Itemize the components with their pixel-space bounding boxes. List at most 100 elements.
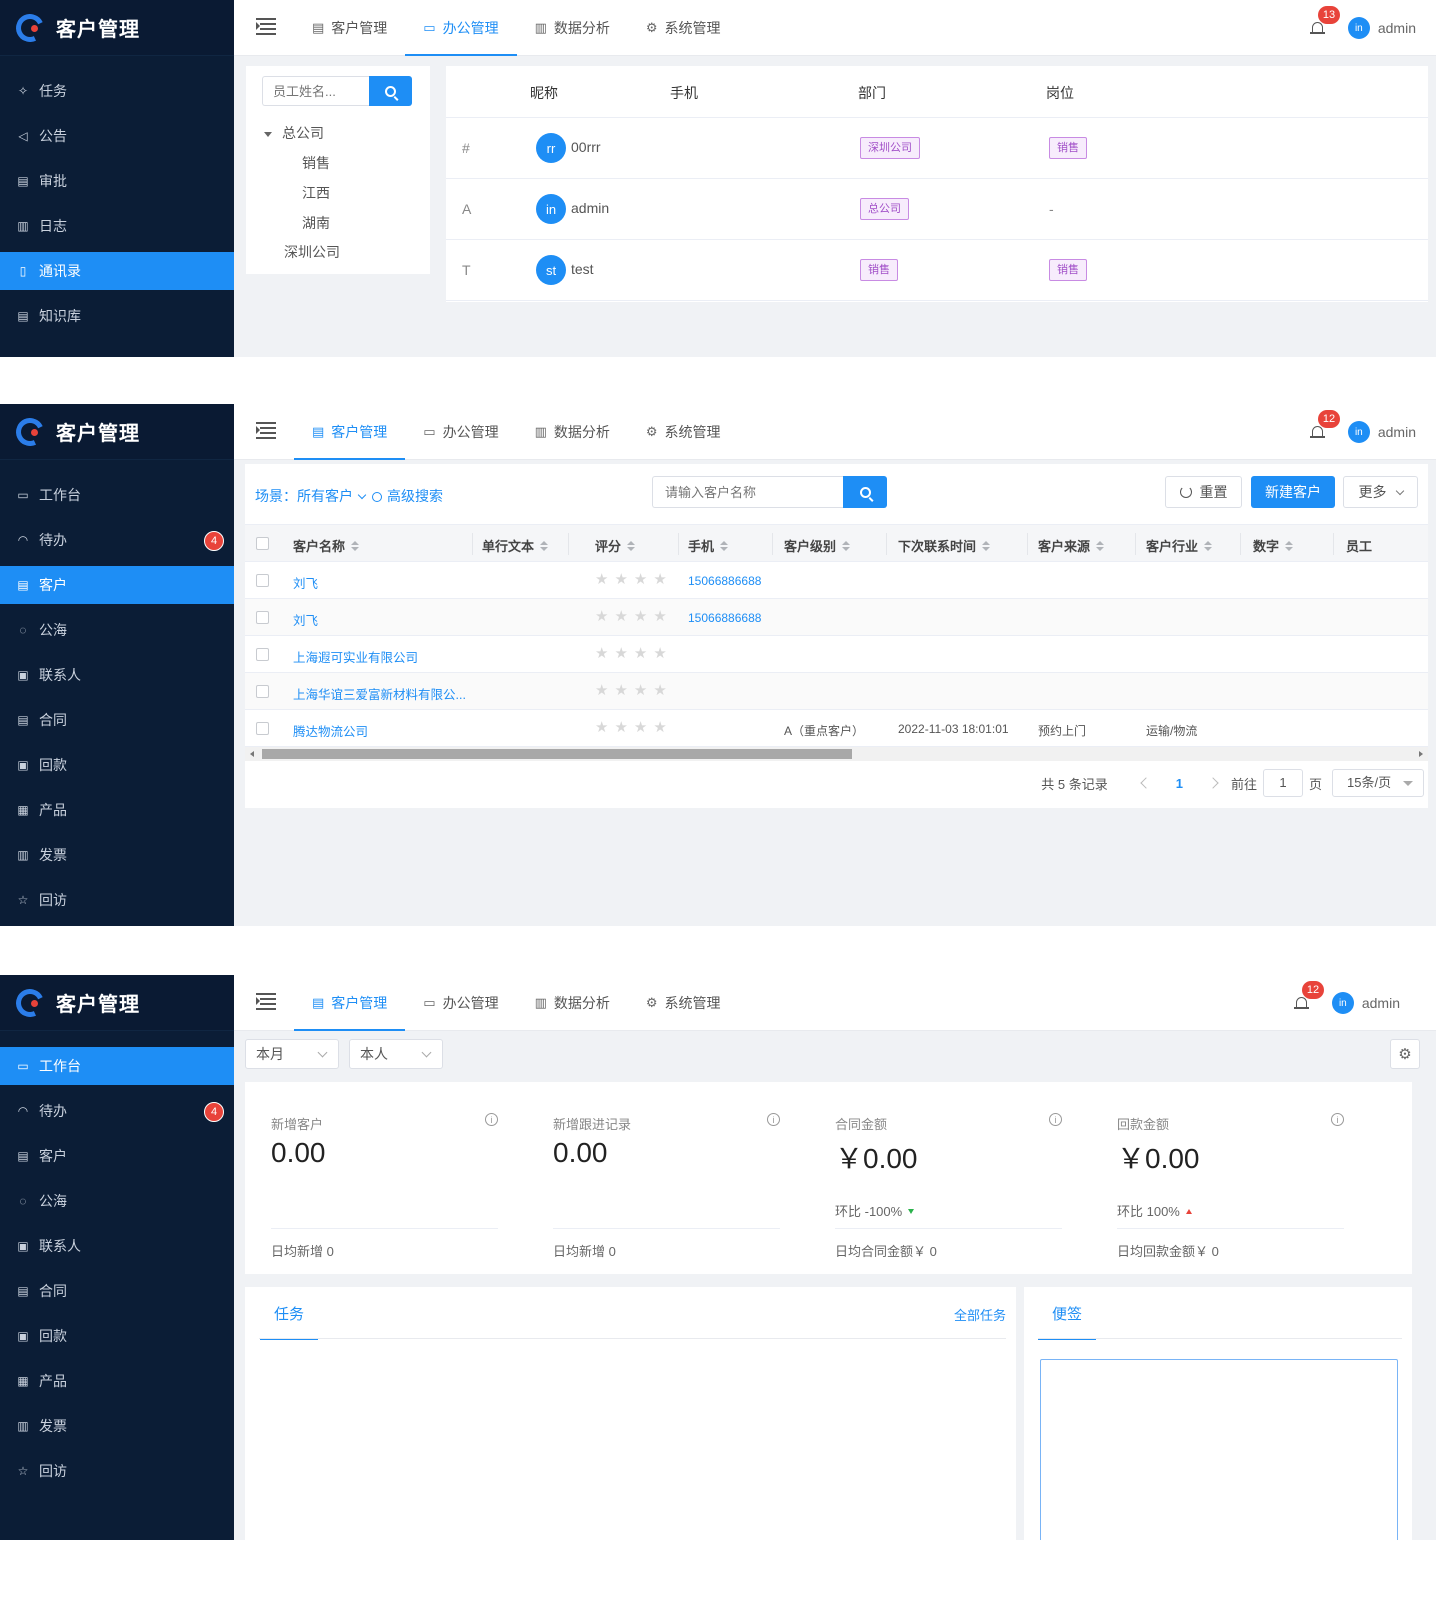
collapse-menu-icon[interactable] [256, 422, 276, 439]
sidebar-item-approvals[interactable]: ▤ 审批 [0, 162, 234, 200]
sidebar-item-todo[interactable]: ◠ 待办 4 [0, 521, 234, 559]
collapse-menu-icon[interactable] [256, 993, 276, 1010]
settings-button[interactable]: ⚙ [1390, 1039, 1420, 1069]
bell-icon[interactable]: 13 [1308, 6, 1341, 38]
table-row[interactable]: 上海华谊三爱富新材料有限公... ★ ★ ★ ★ [245, 673, 1428, 710]
note-textarea[interactable] [1040, 1359, 1398, 1540]
sidebar-item-tasks[interactable]: ✧ 任务 [0, 72, 234, 110]
scope-select[interactable]: 本人 [349, 1039, 443, 1069]
sidebar-item-invoices[interactable]: ▥ 发票 [0, 1407, 234, 1445]
rating-stars[interactable]: ★ ★ ★ ★ [595, 720, 673, 735]
scrollbar-thumb[interactable] [262, 749, 852, 759]
avatar[interactable]: in [1347, 17, 1370, 39]
tab-office-management[interactable]: ▭ 办公管理 [405, 404, 516, 460]
tab-customer-management[interactable]: ▤ 客户管理 [294, 404, 406, 460]
sidebar-item-announcements[interactable]: ◁ 公告 [0, 117, 234, 155]
table-row[interactable]: 上海遐可实业有限公司 ★ ★ ★ ★ [245, 636, 1428, 673]
row-checkbox[interactable] [256, 574, 269, 587]
sidebar-item-contracts[interactable]: ▤ 合同 [0, 1272, 234, 1310]
table-row[interactable]: T st test 销售 销售 [446, 240, 1428, 301]
customer-name-link[interactable]: 刘飞 [293, 610, 318, 629]
collapse-menu-icon[interactable] [256, 18, 276, 35]
advanced-search-link[interactable]: 高级搜索 [372, 486, 443, 506]
column-header[interactable]: 下次联系时间 [898, 536, 991, 555]
sidebar-item-contracts[interactable]: ▤ 合同 [0, 701, 234, 739]
sidebar-item-products[interactable]: ▦ 产品 [0, 791, 234, 829]
phone-link[interactable]: 15066886688 [688, 611, 761, 625]
tab-data-analysis[interactable]: ▥ 数据分析 [517, 975, 628, 1031]
sidebar-item-knowledge[interactable]: ▤ 知识库 [0, 297, 234, 335]
sidebar-item-public-pool[interactable]: ◌ 公海 [0, 1182, 234, 1220]
tree-node[interactable]: 江西 [302, 183, 330, 203]
sidebar-item-logs[interactable]: ▥ 日志 [0, 207, 234, 245]
tab-data-analysis[interactable]: ▥ 数据分析 [517, 0, 628, 56]
user-name[interactable]: admin [1362, 995, 1400, 1011]
table-row[interactable]: 刘飞 ★ ★ ★ ★ 15066886688 [245, 599, 1428, 636]
sidebar-item-payments[interactable]: ▣ 回款 [0, 746, 234, 784]
reset-button[interactable]: 重置 [1165, 476, 1242, 508]
search-button[interactable] [369, 76, 412, 106]
table-row[interactable]: 刘飞 ★ ★ ★ ★ 15066886688 [245, 562, 1428, 599]
row-checkbox[interactable] [256, 722, 269, 735]
tree-node[interactable]: 销售 [302, 153, 330, 173]
horizontal-scrollbar[interactable] [245, 747, 1428, 761]
sidebar-item-workbench[interactable]: ▭ 工作台 [0, 476, 234, 514]
page-number[interactable]: 1 [1176, 776, 1183, 791]
tab-system-management[interactable]: ⚙ 系统管理 [628, 975, 739, 1031]
table-row[interactable]: 腾达物流公司 ★ ★ ★ ★ A（重点客户） 2022-11-03 18:01:01 … [245, 710, 1428, 747]
sidebar-item-products[interactable]: ▦ 产品 [0, 1362, 234, 1400]
bell-icon[interactable]: 12 [1308, 410, 1341, 442]
user-name[interactable]: admin [1378, 424, 1416, 440]
customer-name-link[interactable]: 上海华谊三爱富新材料有限公... [293, 684, 466, 703]
period-select[interactable]: 本月 [245, 1039, 339, 1069]
column-header[interactable]: 员工 [1346, 536, 1372, 555]
tab-office-management[interactable]: ▭ 办公管理 [405, 975, 516, 1031]
avatar[interactable]: in [1331, 992, 1354, 1014]
sidebar-item-workbench[interactable]: ▭ 工作台 [0, 1047, 234, 1085]
info-icon[interactable]: i [1049, 1113, 1062, 1126]
tab-system-management[interactable]: ⚙ 系统管理 [628, 0, 739, 56]
row-checkbox[interactable] [256, 648, 269, 661]
avatar[interactable]: in [1347, 421, 1370, 443]
customer-name-link[interactable]: 上海遐可实业有限公司 [293, 647, 418, 666]
new-customer-button[interactable]: 新建客户 [1251, 476, 1335, 508]
rating-stars[interactable]: ★ ★ ★ ★ [595, 572, 673, 587]
sidebar-item-visits[interactable]: ☆ 回访 [0, 881, 234, 919]
sidebar-item-visits[interactable]: ☆ 回访 [0, 1452, 234, 1490]
info-icon[interactable]: i [485, 1113, 498, 1126]
employee-search-input[interactable] [262, 76, 369, 106]
scroll-left-icon[interactable] [250, 751, 254, 757]
tree-node[interactable]: 深圳公司 [284, 242, 340, 262]
info-icon[interactable]: i [767, 1113, 780, 1126]
sidebar-item-public-pool[interactable]: ◌ 公海 [0, 611, 234, 649]
tab-data-analysis[interactable]: ▥ 数据分析 [517, 404, 628, 460]
sidebar-item-customers[interactable]: ▤ 客户 [0, 566, 234, 604]
tab-tasks[interactable]: 任务 [260, 1303, 319, 1340]
rating-stars[interactable]: ★ ★ ★ ★ [595, 609, 673, 624]
tree-node[interactable]: 湖南 [302, 213, 330, 233]
column-header[interactable]: 客户级别 [784, 536, 851, 555]
search-button[interactable] [843, 476, 887, 508]
goto-page-input[interactable]: 1 [1262, 769, 1303, 797]
row-checkbox[interactable] [256, 611, 269, 624]
chevron-right-icon[interactable] [1207, 777, 1219, 789]
table-row[interactable]: A in admin 总公司 - [446, 179, 1428, 240]
more-button[interactable]: 更多 [1343, 476, 1418, 508]
customer-name-link[interactable]: 刘飞 [293, 573, 318, 592]
column-header[interactable]: 手机 [688, 536, 729, 555]
phone-link[interactable]: 15066886688 [688, 574, 761, 588]
tab-office-management[interactable]: ▭ 办公管理 [405, 0, 517, 56]
customer-search-input[interactable] [652, 476, 843, 508]
column-header[interactable]: 客户来源 [1038, 536, 1105, 555]
column-header[interactable]: 数字 [1253, 536, 1294, 555]
column-header[interactable]: 单行文本 [482, 536, 549, 555]
tab-customer-management[interactable]: ▤ 客户管理 [294, 0, 405, 56]
select-all-checkbox[interactable] [256, 537, 269, 550]
tab-customer-management[interactable]: ▤ 客户管理 [294, 975, 406, 1031]
rating-stars[interactable]: ★ ★ ★ ★ [595, 646, 673, 661]
sidebar-item-contacts[interactable]: ▣ 联系人 [0, 656, 234, 694]
row-checkbox[interactable] [256, 685, 269, 698]
tab-system-management[interactable]: ⚙ 系统管理 [628, 404, 739, 460]
scroll-right-icon[interactable] [1419, 751, 1423, 757]
chevron-left-icon[interactable] [1140, 777, 1152, 789]
